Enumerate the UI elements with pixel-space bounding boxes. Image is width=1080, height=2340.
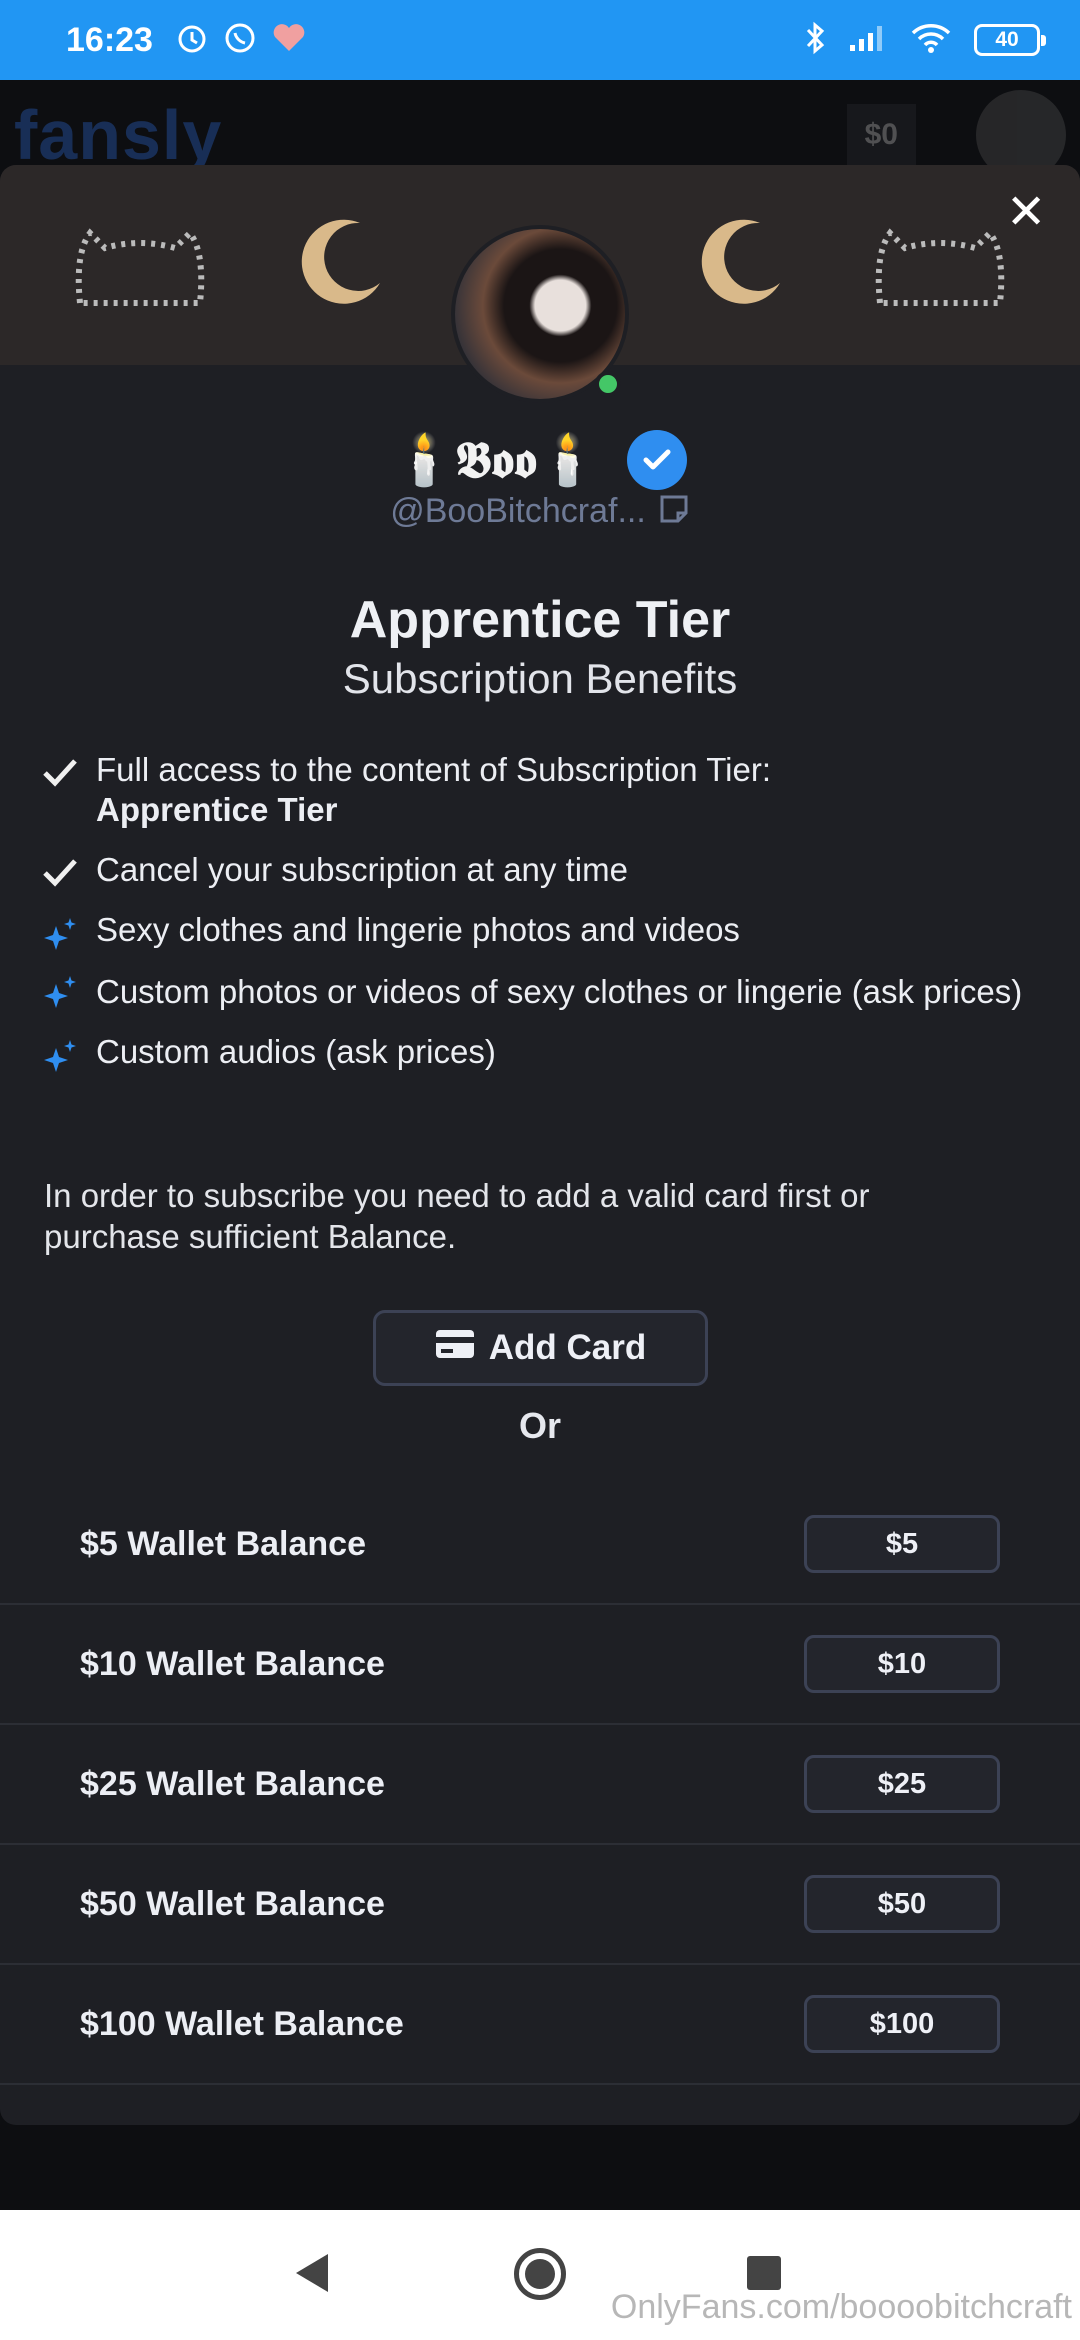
- benefit-item: Custom photos or videos of sexy clothes …: [42, 972, 1042, 1012]
- wallet-option-label: $25 Wallet Balance: [80, 1764, 385, 1803]
- cat-outline-icon: [70, 213, 210, 318]
- wallet-option-label: $10 Wallet Balance: [80, 1644, 385, 1683]
- sparkle-icon: [42, 974, 96, 1010]
- benefits-list: Full access to the content of Subscripti…: [42, 750, 1042, 1094]
- wallet-purchase-button[interactable]: $100: [804, 1995, 1000, 2053]
- creator-handle: @BooBitchcraf...: [390, 492, 646, 530]
- add-card-label: Add Card: [488, 1328, 647, 1367]
- status-bar: 16:23 40: [0, 0, 1080, 80]
- wallet-option-row: $25 Wallet Balance $25: [0, 1725, 1080, 1845]
- creator-display-name: 🕯️𝕭𝖔𝖔🕯️: [393, 430, 599, 489]
- verified-badge-icon: [626, 430, 687, 490]
- heart-monitor-icon: [271, 21, 307, 60]
- status-time: 16:23: [66, 20, 153, 59]
- home-icon[interactable]: [514, 2248, 566, 2300]
- app-logo: fansly: [14, 96, 223, 174]
- wallet-purchase-button[interactable]: $50: [804, 1875, 1000, 1933]
- wallet-option-label: $5 Wallet Balance: [80, 1524, 366, 1563]
- alarm-icon: [175, 21, 209, 60]
- creator-avatar[interactable]: [451, 225, 629, 403]
- online-status-dot: [595, 371, 621, 397]
- copy-note-icon[interactable]: [658, 493, 690, 530]
- benefit-item: Full access to the content of Subscripti…: [42, 750, 1042, 830]
- recent-apps-icon[interactable]: [747, 2256, 781, 2290]
- benefit-item: Sexy clothes and lingerie photos and vid…: [42, 910, 1042, 952]
- sparkle-icon: [42, 1032, 96, 1074]
- bluetooth-icon: [804, 21, 826, 60]
- benefit-tier-name: Apprentice Tier: [96, 791, 338, 828]
- background-bottom-nav: [0, 2125, 1080, 2210]
- battery-indicator: 40: [974, 24, 1046, 56]
- benefit-item: Cancel your subscription at any time: [42, 850, 1042, 890]
- check-icon: [42, 750, 96, 788]
- check-icon: [42, 850, 96, 888]
- wallet-purchase-button[interactable]: $5: [804, 1515, 1000, 1573]
- back-icon[interactable]: [296, 2254, 328, 2292]
- credit-card-icon: [435, 1328, 475, 1369]
- wallet-purchase-button[interactable]: $10: [804, 1635, 1000, 1693]
- signal-icon: [848, 23, 888, 58]
- header-wallet: $0: [846, 104, 916, 166]
- tier-title: Apprentice Tier: [349, 591, 731, 649]
- add-card-button[interactable]: Add Card: [373, 1310, 708, 1386]
- benefit-item: Custom audios (ask prices): [42, 1032, 1042, 1074]
- wallet-option-label: $100 Wallet Balance: [80, 2004, 404, 2043]
- wallet-option-row: $100 Wallet Balance $100: [0, 1965, 1080, 2085]
- wallet-option-row: $5 Wallet Balance $5: [0, 1485, 1080, 1605]
- close-icon[interactable]: ✕: [1006, 189, 1046, 237]
- subscription-notice: In order to subscribe you need to add a …: [44, 1177, 870, 1255]
- or-separator: Or: [518, 1405, 561, 1446]
- tier-subtitle: Subscription Benefits: [342, 655, 738, 702]
- watermark-text: OnlyFans.com/boooobitchcraft: [610, 2288, 1072, 2326]
- cat-outline-icon: [870, 213, 1010, 318]
- wallet-purchase-button[interactable]: $25: [804, 1755, 1000, 1813]
- wifi-icon: [910, 22, 952, 59]
- wallet-option-row: $10 Wallet Balance $10: [0, 1605, 1080, 1725]
- whatsapp-icon: [223, 21, 257, 60]
- subscription-modal: ✕ 🕯️𝕭𝖔𝖔🕯️ @BooBitchcraf... Apprentice Ti…: [0, 165, 1080, 2125]
- wallet-option-row: $50 Wallet Balance $50: [0, 1845, 1080, 1965]
- moon-icon: [690, 213, 790, 318]
- wallet-option-label: $50 Wallet Balance: [80, 1884, 385, 1923]
- sparkle-icon: [42, 910, 96, 952]
- wallet-balance-list: $5 Wallet Balance $5 $10 Wallet Balance …: [0, 1485, 1080, 2085]
- moon-icon: [290, 213, 390, 318]
